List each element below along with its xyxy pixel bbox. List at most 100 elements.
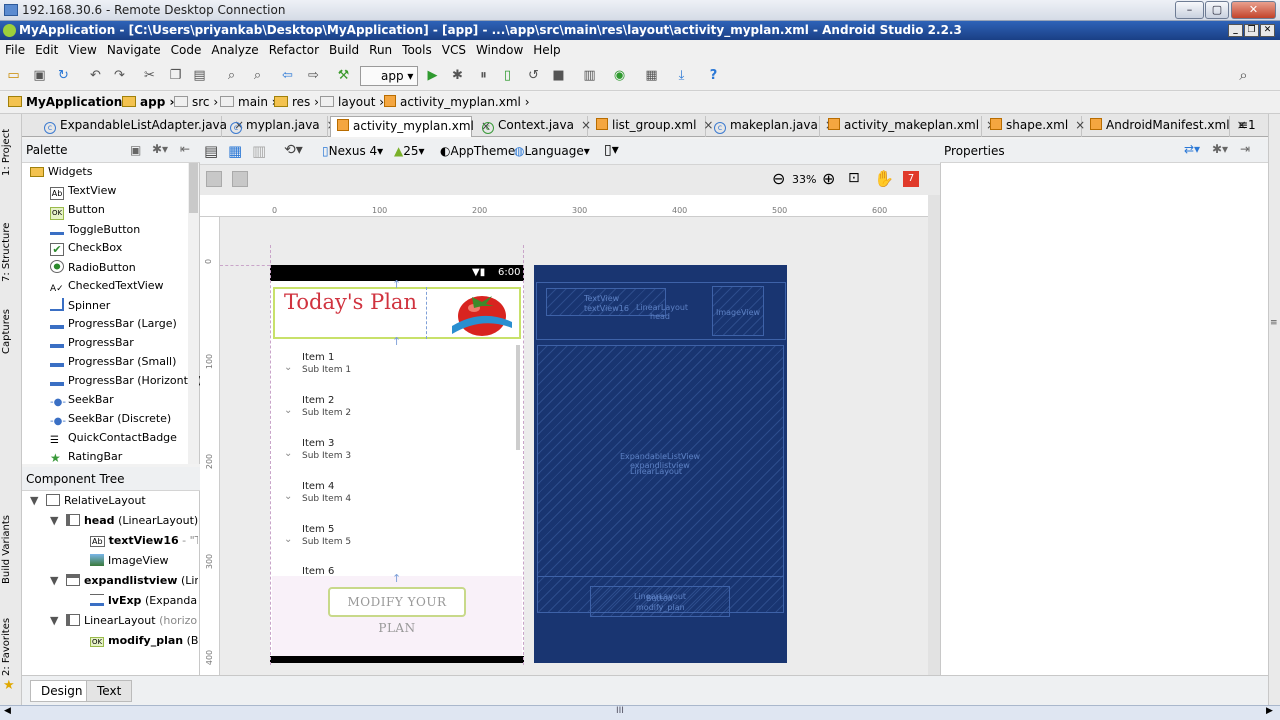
- tree-node[interactable]: AbtextView16 - "To: [90, 534, 198, 553]
- favorites-star-icon[interactable]: ★: [3, 678, 15, 693]
- tab-activity-makeplan[interactable]: activity_makeplan.xml×: [822, 116, 996, 137]
- device-frame-select[interactable]: ▯▾: [604, 142, 619, 158]
- list-item-title[interactable]: Item 6: [302, 566, 334, 574]
- palette-item[interactable]: RadioButton: [50, 260, 136, 279]
- tab-shape-xml[interactable]: shape.xml ×: [984, 116, 1085, 137]
- menu-code[interactable]: Code: [171, 40, 202, 60]
- run-config-select[interactable]: app ▾: [360, 66, 418, 86]
- open-folder-icon[interactable]: ▭: [6, 68, 21, 83]
- breadcrumb-item[interactable]: app ›: [122, 95, 174, 109]
- design-surface-icon[interactable]: ▤: [204, 142, 218, 160]
- tab-activity-myplan[interactable]: activity_myplan.xml ×: [330, 116, 491, 137]
- search-everywhere-icon[interactable]: ⌕: [1236, 68, 1251, 83]
- breadcrumb-item[interactable]: res ›: [274, 95, 319, 109]
- palette-item[interactable]: A✓ CheckedTextView: [50, 279, 164, 298]
- tree-node[interactable]: ▼ expandlistview (Line: [50, 574, 198, 593]
- redo-icon[interactable]: ↷: [112, 68, 127, 83]
- menu-run[interactable]: Run: [369, 40, 392, 60]
- window-restore-button[interactable]: ❐: [1244, 24, 1259, 37]
- back-icon[interactable]: ⇦: [280, 68, 295, 83]
- palette-item[interactable]: ProgressBar (Large): [50, 317, 177, 336]
- breadcrumb-item[interactable]: main ›: [220, 95, 277, 109]
- menu-edit[interactable]: Edit: [35, 40, 58, 60]
- project-tool-tab[interactable]: 1: Project: [1, 129, 12, 176]
- gradle-icon[interactable]: ≡: [1270, 318, 1278, 328]
- scroll-left-icon[interactable]: ◀: [4, 706, 11, 716]
- menu-navigate[interactable]: Navigate: [107, 40, 161, 60]
- breadcrumb-item[interactable]: MyApplication ›: [8, 95, 131, 109]
- chevron-down-icon[interactable]: ⌄: [284, 491, 292, 502]
- palette-item[interactable]: ToggleButton: [50, 222, 140, 241]
- expand-arrow-icon[interactable]: ▼: [50, 574, 62, 587]
- menu-tools[interactable]: Tools: [402, 40, 432, 60]
- save-icon[interactable]: ▣: [32, 68, 47, 83]
- debug-icon[interactable]: ✱: [450, 68, 465, 83]
- palette-view-icon[interactable]: ▣: [130, 143, 141, 157]
- tree-node[interactable]: ▼ LinearLayout (horizonta: [50, 614, 198, 633]
- make-project-icon[interactable]: ⚒: [336, 68, 351, 83]
- warnings-badge[interactable]: 7: [903, 171, 919, 187]
- tree-node[interactable]: OKmodify_plan (Bu: [90, 634, 198, 653]
- menu-analyze[interactable]: Analyze: [211, 40, 258, 60]
- copy-icon[interactable]: ❐: [168, 68, 183, 83]
- tabs-overflow-button[interactable]: ≡1: [1232, 116, 1266, 137]
- rdp-horizontal-scrollbar[interactable]: ◀ III ▶: [0, 705, 1280, 720]
- tab-expandablelistadapter[interactable]: c ExpandableListAdapter.java ×: [38, 116, 244, 137]
- orientation-icon[interactable]: ⟲▾: [284, 142, 303, 158]
- structure-tool-tab[interactable]: 7: Structure: [1, 223, 12, 282]
- list-item-title[interactable]: Item 2: [302, 395, 334, 406]
- blueprint-list-box[interactable]: [537, 345, 784, 613]
- scrollbar-thumb[interactable]: [189, 163, 198, 213]
- autoconnect-icon[interactable]: [232, 171, 248, 187]
- menu-window[interactable]: Window: [476, 40, 523, 60]
- menu-build[interactable]: Build: [329, 40, 359, 60]
- scrollbar-grip[interactable]: III: [616, 706, 624, 716]
- zoom-out-icon[interactable]: ⊖: [772, 169, 785, 188]
- breadcrumb-item[interactable]: layout ›: [320, 95, 384, 109]
- forward-icon[interactable]: ⇨: [306, 68, 321, 83]
- replace-icon[interactable]: ⌕: [250, 68, 265, 83]
- palette-group-widgets[interactable]: Widgets: [30, 165, 92, 184]
- palette-item[interactable]: ✔ CheckBox: [50, 241, 122, 260]
- captures-tool-tab[interactable]: Captures: [1, 309, 12, 354]
- tree-node[interactable]: ImageView: [90, 554, 198, 573]
- theme-select[interactable]: ◐AppTheme: [440, 144, 515, 158]
- menu-help[interactable]: Help: [533, 40, 560, 60]
- palette-item[interactable]: ProgressBar (Horizontal): [50, 374, 202, 393]
- stop-icon[interactable]: ■: [551, 68, 566, 83]
- android-monitor-icon[interactable]: ⤓: [674, 68, 689, 83]
- breadcrumb-item[interactable]: src ›: [174, 95, 218, 109]
- find-icon[interactable]: ⌕: [224, 68, 239, 83]
- rdp-close-button[interactable]: ✕: [1231, 1, 1276, 19]
- palette-scrollbar[interactable]: [188, 163, 199, 464]
- menu-vcs[interactable]: VCS: [442, 40, 466, 60]
- expand-arrow-icon[interactable]: ▼: [50, 514, 62, 527]
- palette-item[interactable]: ☰ QuickContactBadge: [50, 431, 177, 450]
- tree-node[interactable]: ▼ head (LinearLayout) (h: [50, 514, 198, 533]
- palette-item[interactable]: Ab TextView: [50, 184, 116, 203]
- palette-settings-icon[interactable]: ✱▾: [152, 142, 168, 156]
- rdp-minimize-button[interactable]: –: [1175, 1, 1204, 19]
- expand-arrow-icon[interactable]: ▼: [30, 494, 42, 507]
- palette-item[interactable]: ProgressBar: [50, 336, 134, 355]
- list-scrollbar[interactable]: [516, 345, 520, 450]
- zoom-to-fit-icon[interactable]: ⊡: [848, 170, 860, 186]
- palette-item[interactable]: ProgressBar (Small): [50, 355, 176, 374]
- tomato-image[interactable]: [446, 288, 518, 338]
- chevron-down-icon[interactable]: ⌄: [284, 362, 292, 373]
- tab-text[interactable]: Text: [86, 680, 133, 702]
- undo-icon[interactable]: ↶: [88, 68, 103, 83]
- favorites-tool-tab[interactable]: 2: Favorites: [1, 618, 12, 676]
- plan-title-text[interactable]: Today's Plan: [284, 290, 417, 314]
- chevron-down-icon[interactable]: ⌄: [284, 448, 292, 459]
- tab-androidmanifest[interactable]: AndroidManifest.xml ×: [1084, 116, 1247, 137]
- list-item-title[interactable]: Item 5: [302, 524, 334, 535]
- palette-item[interactable]: -●- SeekBar (Discrete): [50, 412, 171, 431]
- help-icon[interactable]: ?: [706, 68, 721, 83]
- modify-plan-button[interactable]: MODIFY YOUR PLAN: [328, 587, 466, 635]
- scroll-right-icon[interactable]: ▶: [1266, 706, 1273, 716]
- sdk-manager-icon[interactable]: ◉: [612, 68, 627, 83]
- cut-icon[interactable]: ✂: [142, 68, 157, 83]
- api-level-select[interactable]: ▲25▾: [394, 144, 425, 158]
- list-item-title[interactable]: Item 4: [302, 481, 334, 492]
